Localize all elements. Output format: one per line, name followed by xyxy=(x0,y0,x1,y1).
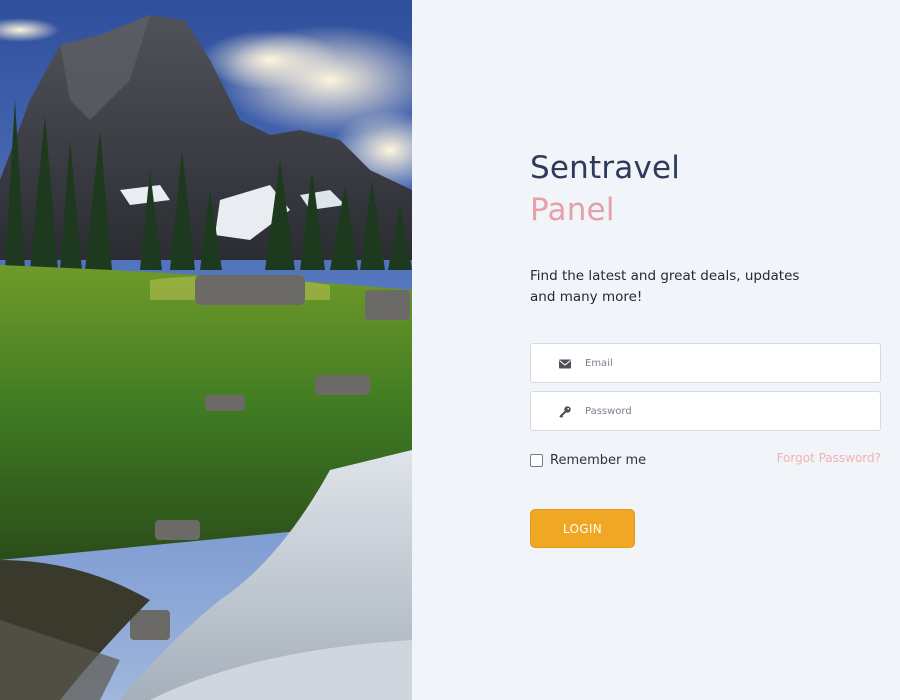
remember-me-label: Remember me xyxy=(550,452,647,468)
remember-me[interactable]: Remember me xyxy=(530,451,646,469)
password-input[interactable] xyxy=(585,392,865,430)
key-icon xyxy=(558,404,572,418)
brand-subtitle: Panel xyxy=(530,192,615,228)
forgot-password-link[interactable]: Forgot Password? xyxy=(777,451,881,465)
password-field[interactable] xyxy=(530,391,881,431)
brand-title: Sentravel xyxy=(530,150,681,186)
remember-me-checkbox[interactable] xyxy=(530,453,543,467)
login-page: Sentravel Panel Find the latest and grea… xyxy=(0,0,900,700)
hero-landscape-image xyxy=(0,0,412,700)
email-input[interactable] xyxy=(585,344,865,382)
login-button[interactable]: LOGIN xyxy=(530,509,635,548)
envelope-icon xyxy=(558,356,572,370)
tagline: Find the latest and great deals, updates… xyxy=(530,268,800,305)
email-field[interactable] xyxy=(530,343,881,383)
